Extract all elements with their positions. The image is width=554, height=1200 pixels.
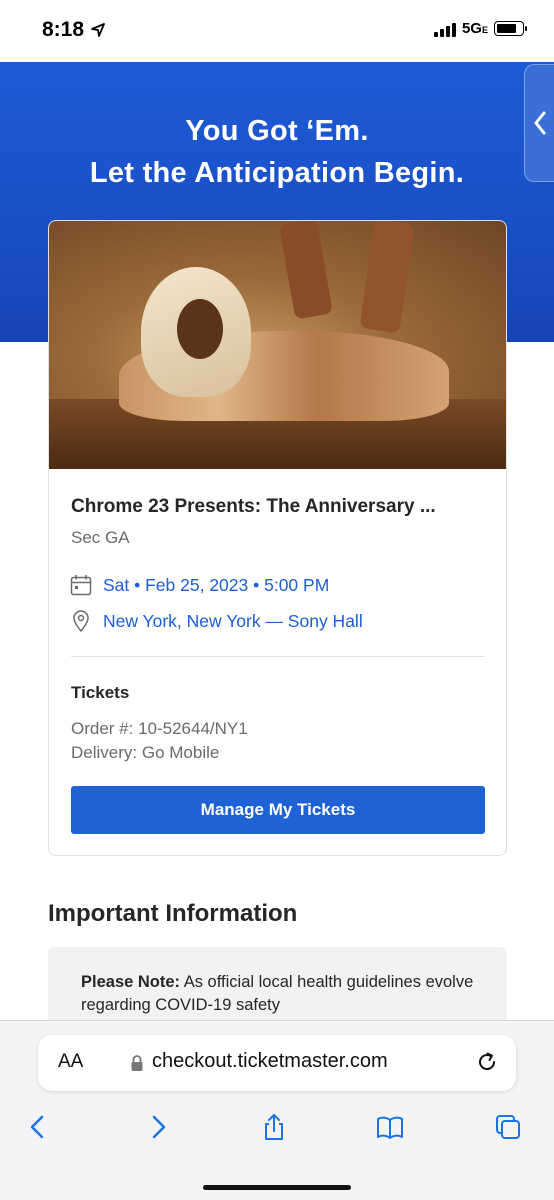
tabs-button[interactable] [490,1109,526,1145]
share-button[interactable] [256,1109,292,1145]
browser-nav-row [0,1109,554,1149]
event-card: Chrome 23 Presents: The Anniversary ... … [48,220,507,856]
event-venue[interactable]: New York, New York — Sony Hall [103,611,363,632]
time-text: 8:18 [42,18,85,41]
delivery-method: Delivery: Go Mobile [71,743,220,762]
network-suffix: E [481,25,488,35]
event-date: Sat • Feb 25, 2023 • 5:00 PM [103,574,330,595]
calendar-icon [70,575,92,596]
browser-toolbar: AA checkout.ticketmaster.com [0,1020,554,1200]
tickets-heading: Tickets [71,683,130,702]
network-label: 5GE [462,20,488,37]
event-image [49,221,506,469]
address-bar[interactable]: AA checkout.ticketmaster.com [38,1035,516,1091]
note-box: Please Note: As official local health gu… [48,947,507,1027]
status-indicators: 5GE [433,20,527,37]
event-title[interactable]: Chrome 23 Presents: The Anniversary ... [71,496,486,518]
event-date-row: Sat • Feb 25, 2023 • 5:00 PM [69,573,329,597]
hero-title-line2: Let the Anticipation Begin. [89,157,465,189]
share-icon [265,1114,283,1140]
chevron-left-icon [534,111,546,135]
status-bar: 8:18 5GE [0,0,554,62]
event-section: Sec GA [71,528,130,547]
network-text: 5G [461,20,482,37]
back-icon [30,1115,44,1139]
bookmarks-icon [377,1116,403,1139]
map-pin-icon [73,610,89,633]
forward-icon [152,1115,166,1139]
card-divider [71,656,485,657]
note-label: Please Note: [81,973,181,991]
forward-button[interactable] [140,1109,176,1145]
note-text: Please Note: As official local health gu… [81,971,481,1017]
manage-tickets-button[interactable]: Manage My Tickets [71,786,485,834]
home-indicator [203,1185,351,1190]
text-size-label: AA [58,1051,84,1072]
text-size-button[interactable]: AA [58,1051,83,1073]
event-venue-row[interactable]: New York, New York — Sony Hall [69,609,363,633]
order-number: Order #: 10-52644/NY1 [71,719,248,738]
tabs-icon [496,1115,520,1139]
bookmarks-button[interactable] [372,1109,408,1145]
reload-icon[interactable] [476,1051,498,1073]
back-button[interactable] [20,1109,56,1145]
important-info-heading: Important Information [48,900,298,927]
signal-icon [433,21,456,37]
hero-title: You Got ‘Em. Let the Anticipation Begin. [0,110,554,194]
battery-icon [494,21,527,36]
status-time: 8:18 [42,18,106,42]
location-arrow-icon [91,23,105,37]
side-panel-tab[interactable] [524,64,554,182]
lock-icon [131,1055,143,1071]
hero-title-line1: You Got ‘Em. [185,115,369,147]
url-text[interactable]: checkout.ticketmaster.com [152,1050,388,1073]
